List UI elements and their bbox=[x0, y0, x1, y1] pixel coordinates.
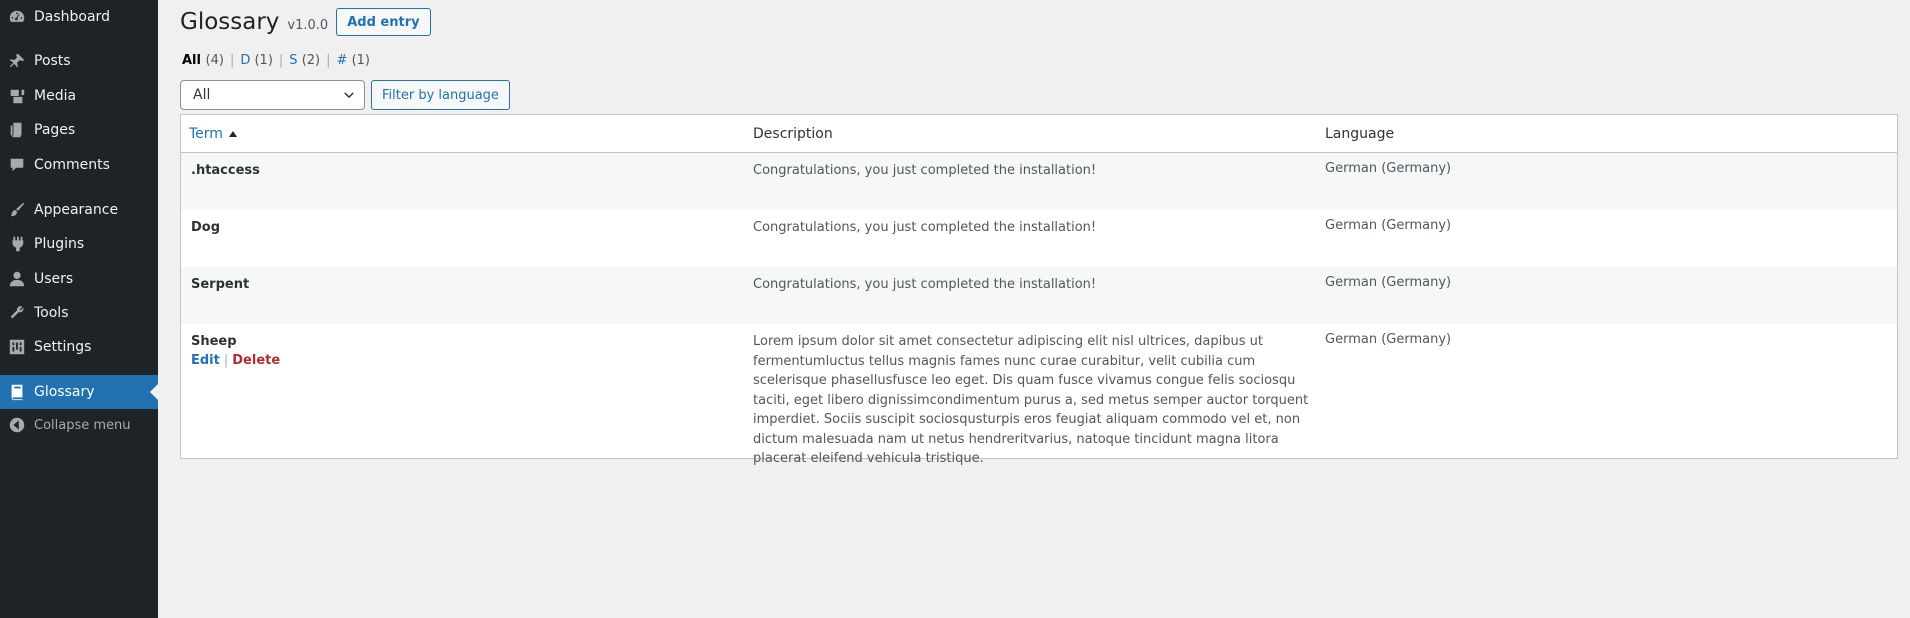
sidebar-item-label: Tools bbox=[34, 305, 69, 321]
term-cell: Dog bbox=[191, 220, 221, 235]
sidebar-item-appearance[interactable]: Appearance bbox=[0, 193, 158, 227]
settings-icon bbox=[0, 330, 34, 364]
filter-by-language-button[interactable]: Filter by language bbox=[371, 80, 510, 110]
language-cell: German (Germany) bbox=[1325, 275, 1452, 290]
sidebar-item-comments[interactable]: Comments bbox=[0, 148, 158, 182]
chevron-down-icon bbox=[344, 92, 354, 99]
wrench-icon bbox=[0, 296, 34, 330]
term-cell: Serpent bbox=[191, 277, 250, 292]
media-icon bbox=[0, 79, 34, 113]
sidebar-item-pages[interactable]: Pages bbox=[0, 113, 158, 147]
comment-icon bbox=[0, 148, 34, 182]
sidebar-item-plugins[interactable]: Plugins bbox=[0, 227, 158, 261]
sidebar-item-label: Posts bbox=[34, 53, 71, 69]
page-header: Glossary v1.0.0 Add entry bbox=[180, 8, 431, 36]
user-icon bbox=[0, 262, 34, 296]
language-select[interactable]: All bbox=[180, 80, 365, 110]
sidebar-item-label: Pages bbox=[34, 122, 76, 138]
plugin-icon bbox=[0, 227, 34, 261]
description-cell: Congratulations, you just completed the … bbox=[753, 277, 1097, 292]
filter-link-d[interactable]: D bbox=[240, 53, 250, 68]
table-row: Dog Congratulations, you just completed … bbox=[181, 210, 1897, 267]
description-cell: Congratulations, you just completed the … bbox=[753, 220, 1097, 235]
sidebar-item-label: Users bbox=[34, 271, 74, 287]
sidebar-item-label: Glossary bbox=[34, 384, 95, 400]
collapse-menu-label: Collapse menu bbox=[34, 417, 131, 433]
sidebar-item-label: Appearance bbox=[34, 202, 119, 218]
add-entry-button[interactable]: Add entry bbox=[336, 8, 431, 36]
description-cell: Congratulations, you just completed the … bbox=[753, 163, 1097, 178]
row-actions: Edit | Delete bbox=[191, 353, 281, 368]
sidebar-item-posts[interactable]: Posts bbox=[0, 44, 158, 78]
column-header-language: Language bbox=[1325, 125, 1395, 142]
filter-link-all[interactable]: All (4) bbox=[182, 53, 224, 68]
sidebar-item-settings[interactable]: Settings bbox=[0, 330, 158, 364]
term-cell: Sheep Edit | Delete bbox=[181, 334, 753, 368]
glossary-table: Term Description Language .htaccess Cong… bbox=[180, 114, 1898, 466]
filter-link-s[interactable]: S bbox=[289, 53, 297, 68]
letter-filter-links: All (4) | D (1) | S (2) | # (1) bbox=[182, 53, 370, 68]
sidebar-item-tools[interactable]: Tools bbox=[0, 296, 158, 330]
admin-sidebar: Dashboard Posts Media Pages Comments App… bbox=[0, 0, 158, 618]
sidebar-item-label: Plugins bbox=[34, 236, 85, 252]
sidebar-item-users[interactable]: Users bbox=[0, 262, 158, 296]
language-filter-row: All Filter by language bbox=[180, 80, 510, 110]
pin-icon bbox=[0, 44, 34, 78]
table-row: .htaccess Congratulations, you just comp… bbox=[181, 153, 1897, 210]
collapse-menu-button[interactable]: Collapse menu bbox=[0, 408, 158, 442]
sidebar-item-media[interactable]: Media bbox=[0, 79, 158, 113]
pages-icon bbox=[0, 113, 34, 147]
collapse-icon bbox=[0, 408, 34, 442]
language-cell: German (Germany) bbox=[1325, 218, 1452, 233]
sort-ascending-icon bbox=[228, 130, 237, 137]
language-select-value: All bbox=[193, 87, 211, 103]
sidebar-item-label: Media bbox=[34, 88, 77, 104]
page-title: Glossary bbox=[180, 9, 280, 35]
paintbrush-icon bbox=[0, 193, 34, 227]
description-cell: Lorem ipsum dolor sit amet consectetur a… bbox=[753, 334, 1309, 466]
column-header-term[interactable]: Term bbox=[181, 126, 753, 142]
sidebar-item-dashboard[interactable]: Dashboard bbox=[0, 0, 158, 34]
table-header: Term Description Language bbox=[181, 115, 1897, 153]
dashboard-icon bbox=[0, 0, 34, 34]
term-cell: .htaccess bbox=[191, 163, 260, 178]
sidebar-item-label: Dashboard bbox=[34, 9, 110, 25]
term-text: Sheep bbox=[191, 334, 237, 349]
table-row: Serpent Congratulations, you just comple… bbox=[181, 267, 1897, 324]
filter-link-hash[interactable]: # bbox=[337, 53, 348, 68]
column-header-description: Description bbox=[753, 125, 833, 142]
language-cell: German (Germany) bbox=[1325, 332, 1452, 347]
book-icon bbox=[0, 375, 34, 409]
table-row: Sheep Edit | Delete Lorem ipsum dolor sit … bbox=[181, 324, 1897, 466]
sidebar-item-label: Settings bbox=[34, 339, 92, 355]
delete-link[interactable]: Delete bbox=[232, 353, 280, 368]
sidebar-item-glossary[interactable]: Glossary bbox=[0, 375, 158, 409]
edit-link[interactable]: Edit bbox=[191, 353, 220, 368]
sidebar-item-label: Comments bbox=[34, 157, 110, 173]
language-cell: German (Germany) bbox=[1325, 161, 1452, 176]
version-label: v1.0.0 bbox=[287, 17, 329, 33]
